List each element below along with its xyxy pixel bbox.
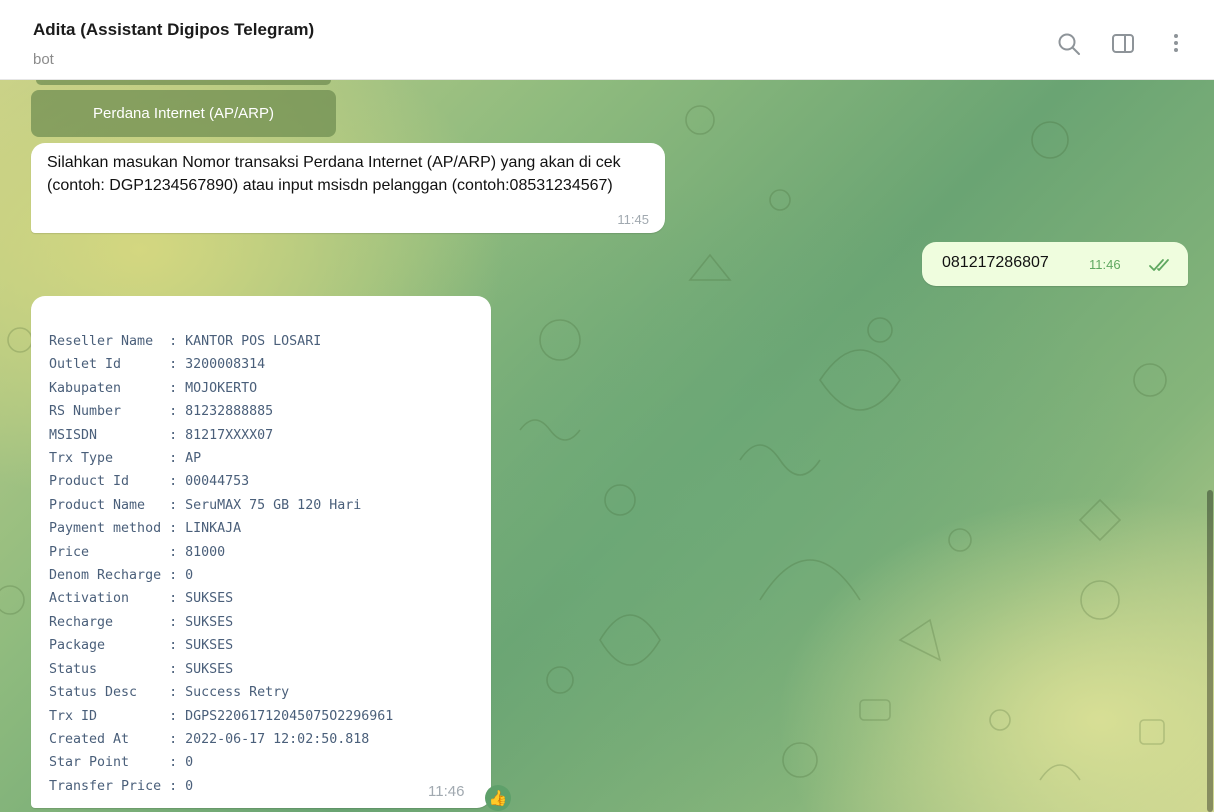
detail-key: Product Id bbox=[49, 474, 170, 490]
detail-row: Kabupaten : MOJOKERTO bbox=[49, 380, 258, 396]
detail-value: LINKAJA bbox=[185, 521, 242, 537]
detail-row: Trx Type : AP bbox=[49, 451, 202, 467]
detail-value: DGPS22061712045075O2296961 bbox=[185, 708, 394, 724]
detail-value: KANTOR POS LOSARI bbox=[185, 334, 322, 349]
detail-value: SUKSES bbox=[185, 638, 234, 654]
message-text: 081217286807 bbox=[942, 254, 1049, 271]
detail-value: MOJOKERTO bbox=[185, 380, 258, 396]
detail-row: Status Desc : Success Retry bbox=[49, 685, 290, 701]
detail-row: Outlet Id : 3200008314 bbox=[49, 357, 266, 373]
detail-value: 81217XXXX07 bbox=[185, 427, 274, 443]
detail-key: Activation bbox=[49, 591, 170, 607]
detail-value: 00044753 bbox=[185, 474, 250, 490]
chat-subtitle: bot bbox=[33, 51, 54, 68]
detail-row: Trx ID : DGPS22061712045075O2296961 bbox=[49, 708, 394, 724]
detail-value: 0 bbox=[185, 755, 194, 771]
detail-key: Trx Type bbox=[49, 451, 170, 467]
detail-key: Status Desc bbox=[49, 685, 170, 701]
detail-row: Recharge : SUKSES bbox=[49, 614, 234, 630]
detail-row: Package : SUKSES bbox=[49, 638, 234, 654]
detail-key: Star Point bbox=[49, 755, 170, 771]
detail-key: Transfer Price bbox=[49, 778, 170, 794]
keyboard-button-perdana-internet[interactable]: Perdana Internet (AP/ARP) bbox=[31, 90, 336, 137]
detail-row: Star Point : 0 bbox=[49, 755, 194, 771]
detail-key: Trx ID bbox=[49, 708, 170, 724]
detail-row: Status : SUKSES bbox=[49, 661, 234, 677]
keyboard-button-edge bbox=[36, 80, 331, 85]
detail-key: Kabupaten bbox=[49, 380, 170, 396]
detail-value: 0 bbox=[185, 568, 194, 584]
detail-row: Product Name : SeruMAX 75 GB 120 Hari bbox=[49, 497, 362, 513]
detail-key: Status bbox=[49, 661, 170, 677]
detail-key: MSISDN bbox=[49, 427, 170, 443]
double-check-icon bbox=[1148, 257, 1174, 278]
detail-value: SUKSES bbox=[185, 661, 234, 677]
detail-key: Recharge bbox=[49, 614, 170, 630]
detail-value: Success Retry bbox=[185, 685, 290, 701]
detail-value: SUKSES bbox=[185, 591, 234, 607]
chat-scrollbar[interactable] bbox=[1207, 490, 1213, 812]
detail-row: RS Number : 81232888885 bbox=[49, 404, 274, 420]
message-bubble-incoming[interactable]: Silahkan masukan Nomor transaksi Perdana… bbox=[31, 143, 665, 233]
detail-value: 81000 bbox=[185, 544, 226, 560]
message-time: 11:46 bbox=[1089, 257, 1121, 272]
transaction-details-text: Reseller Name : KANTOR POS LOSARI Outlet… bbox=[49, 330, 393, 798]
detail-value: SeruMAX 75 GB 120 Hari bbox=[185, 497, 362, 513]
detail-key: RS Number bbox=[49, 404, 170, 420]
message-time: 11:46 bbox=[428, 783, 465, 800]
detail-value: AP bbox=[185, 451, 202, 467]
detail-key: Outlet Id bbox=[49, 357, 170, 373]
chat-area[interactable]: Perdana Internet (AP/ARP) Silahkan masuk… bbox=[0, 80, 1214, 812]
detail-key: Reseller Name bbox=[49, 334, 170, 349]
detail-key: Denom Recharge bbox=[49, 568, 170, 584]
detail-value: 0 bbox=[185, 778, 194, 794]
detail-row: Activation : SUKSES bbox=[49, 591, 234, 607]
detail-key: Payment method bbox=[49, 521, 170, 537]
message-bubble-outgoing[interactable]: 081217286807 11:46 bbox=[922, 242, 1188, 286]
detail-value: 3200008314 bbox=[185, 357, 266, 373]
detail-key: Created At bbox=[49, 731, 170, 747]
search-icon[interactable] bbox=[1055, 30, 1083, 58]
detail-value: SUKSES bbox=[185, 614, 234, 630]
message-text: Silahkan masukan Nomor transaksi Perdana… bbox=[47, 154, 621, 194]
detail-row: Created At : 2022-06-17 12:02:50.818 bbox=[49, 731, 370, 747]
detail-row: Product Id : 00044753 bbox=[49, 474, 250, 490]
detail-value: 81232888885 bbox=[185, 404, 274, 420]
message-bubble-incoming-details[interactable]: Reseller Name : KANTOR POS LOSARI Outlet… bbox=[31, 296, 491, 808]
detail-key: Package bbox=[49, 638, 170, 654]
detail-value: 2022-06-17 12:02:50.818 bbox=[185, 731, 370, 747]
detail-row: Payment method : LINKAJA bbox=[49, 521, 242, 537]
detail-row: Reseller Name : KANTOR POS LOSARI bbox=[49, 334, 322, 349]
chat-header: Adita (Assistant Digipos Telegram) bot bbox=[0, 0, 1214, 80]
chat-title[interactable]: Adita (Assistant Digipos Telegram) bbox=[33, 20, 314, 40]
sidebar-toggle-icon[interactable] bbox=[1110, 30, 1138, 58]
more-vertical-icon[interactable] bbox=[1163, 30, 1191, 58]
detail-row: MSISDN : 81217XXXX07 bbox=[49, 427, 274, 443]
thumbs-up-reaction[interactable]: 👍 bbox=[485, 785, 511, 811]
detail-row: Denom Recharge : 0 bbox=[49, 568, 194, 584]
detail-row: Price : 81000 bbox=[49, 544, 226, 560]
detail-key: Price bbox=[49, 544, 170, 560]
detail-key: Product Name bbox=[49, 497, 170, 513]
message-time: 11:45 bbox=[617, 212, 649, 227]
detail-row: Transfer Price : 0 bbox=[49, 778, 194, 794]
